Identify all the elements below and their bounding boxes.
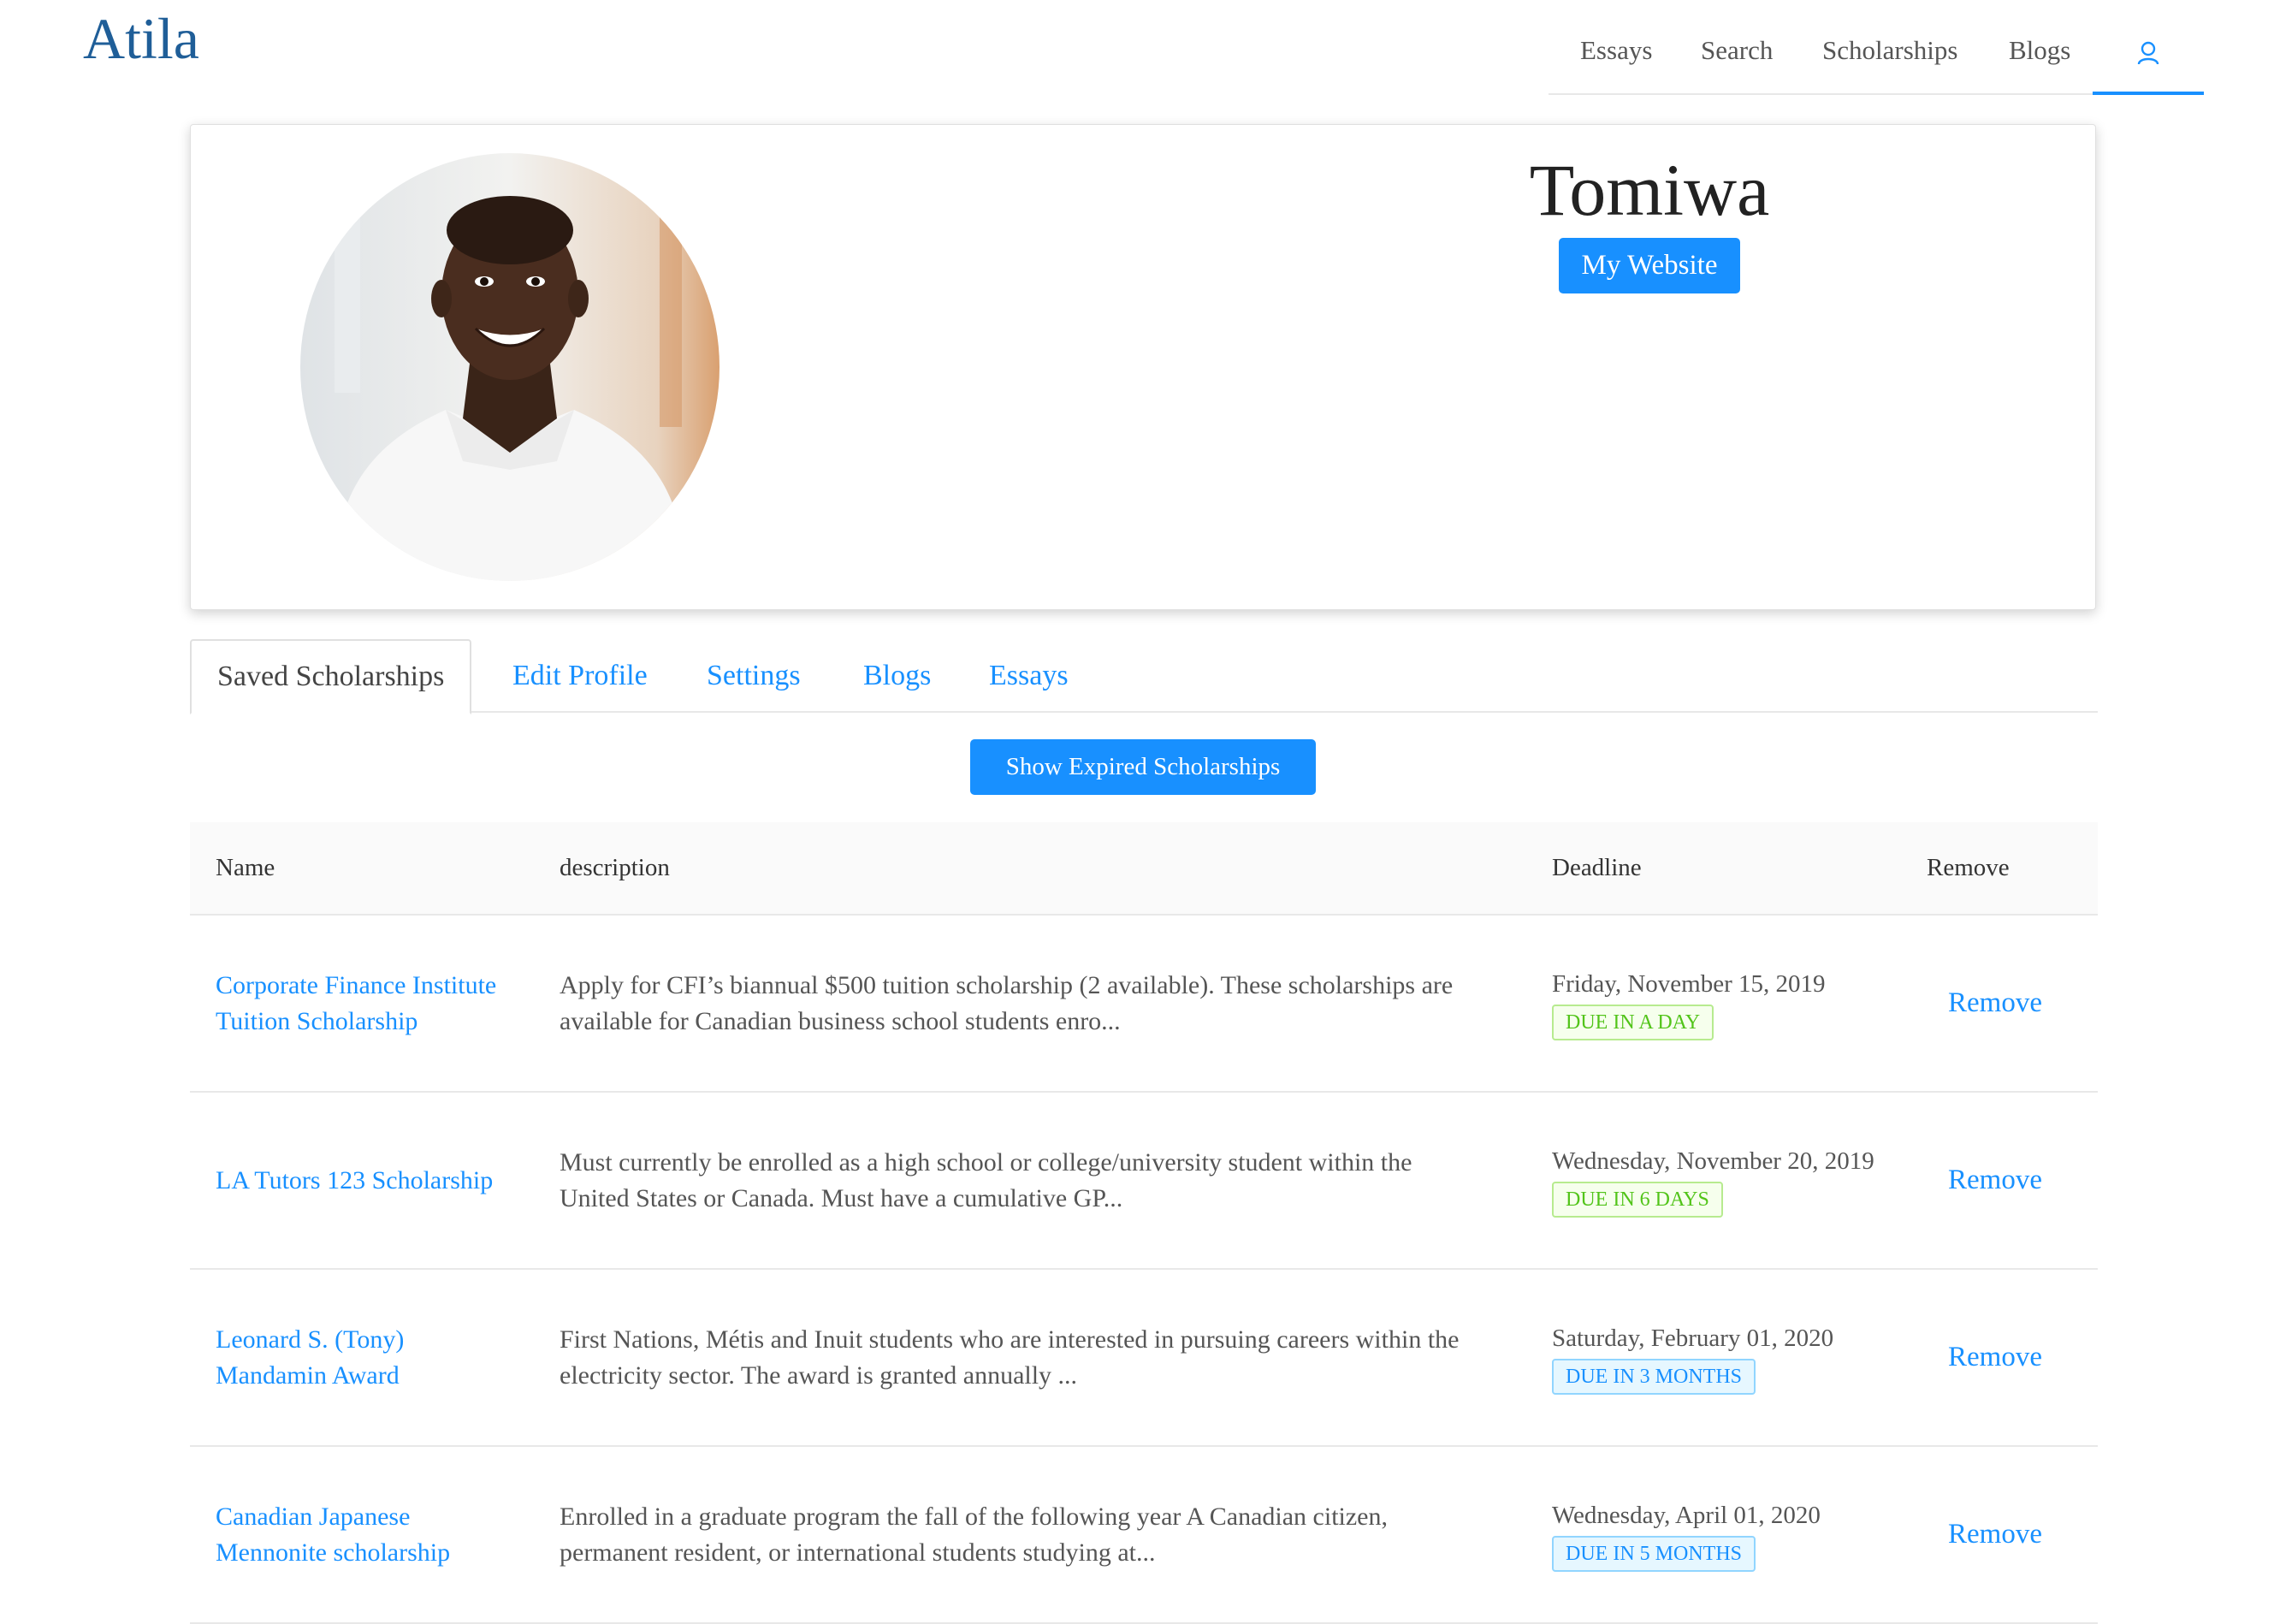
scholarship-description: First Nations, Métis and Inuit students … [560, 1325, 1460, 1390]
tab-edit-profile[interactable]: Edit Profile [512, 639, 648, 713]
site-logo[interactable]: Atila [83, 5, 199, 73]
profile-tabs: Saved Scholarships Edit Profile Settings… [190, 639, 2098, 714]
nav-essays[interactable]: Essays [1580, 35, 1652, 66]
scholarship-description: Must currently be enrolled as a high sch… [560, 1147, 1412, 1212]
deadline-date: Wednesday, November 20, 2019 [1552, 1147, 1874, 1176]
remove-link[interactable]: Remove [1948, 1093, 2042, 1268]
table-row: Canadian Japanese Mennonite scholarship … [190, 1447, 2098, 1624]
profile-name: Tomiwa [1529, 149, 1770, 231]
table-header: Name description Deadline Remove [190, 822, 2098, 916]
my-website-button[interactable]: My Website [1558, 238, 1741, 293]
top-nav: Essays Search Scholarships Blogs [1549, 0, 2204, 95]
deadline-cell: Wednesday, November 20, 2019 DUE IN 6 DA… [1552, 1093, 1877, 1268]
due-badge: DUE IN 5 MONTHS [1552, 1535, 1756, 1572]
nav-blogs[interactable]: Blogs [2009, 35, 2070, 66]
tab-essays[interactable]: Essays [989, 639, 1069, 713]
deadline-date: Friday, November 15, 2019 [1552, 970, 1826, 999]
deadline-cell: Friday, November 15, 2019 DUE IN A DAY [1552, 916, 1877, 1091]
column-header-name: Name [216, 854, 275, 881]
column-header-deadline: Deadline [1552, 854, 1642, 881]
tab-saved-scholarships[interactable]: Saved Scholarships [190, 639, 472, 714]
table-row: Leonard S. (Tony) Mandamin Award First N… [190, 1270, 2098, 1447]
scholarship-link[interactable]: Leonard S. (Tony) Mandamin Award [216, 1270, 506, 1445]
deadline-cell: Saturday, February 01, 2020 DUE IN 3 MONT… [1552, 1270, 1877, 1445]
tab-blogs[interactable]: Blogs [863, 639, 931, 713]
remove-link[interactable]: Remove [1948, 1270, 2042, 1445]
nav-search[interactable]: Search [1701, 35, 1773, 66]
due-badge: DUE IN 3 MONTHS [1552, 1358, 1756, 1395]
nav-scholarships[interactable]: Scholarships [1822, 35, 1957, 66]
user-icon [2137, 41, 2159, 64]
nav-user-menu[interactable] [2093, 0, 2204, 95]
saved-scholarships-table: Name description Deadline Remove Corpora… [190, 822, 2098, 1624]
scholarship-description: Enrolled in a graduate program the fall … [560, 1502, 1388, 1567]
deadline-cell: Wednesday, April 01, 2020 DUE IN 5 MONTHS [1552, 1447, 1877, 1622]
profile-photo [300, 153, 720, 581]
profile-header: Tomiwa My Website [1286, 147, 2013, 293]
due-badge: DUE IN A DAY [1552, 1004, 1714, 1040]
table-row: LA Tutors 123 Scholarship Must currently… [190, 1093, 2098, 1270]
show-expired-scholarships-button[interactable]: Show Expired Scholarships [970, 739, 1316, 795]
scholarship-link[interactable]: Corporate Finance Institute Tuition Scho… [216, 916, 506, 1091]
scholarship-link[interactable]: Canadian Japanese Mennonite scholarship [216, 1447, 506, 1622]
deadline-date: Wednesday, April 01, 2020 [1552, 1502, 1821, 1530]
column-header-remove: Remove [1927, 854, 2010, 881]
profile-card: Tomiwa My Website [190, 124, 2096, 610]
deadline-date: Saturday, February 01, 2020 [1552, 1325, 1834, 1353]
scholarship-description: Apply for CFI’s biannual $500 tuition sc… [560, 970, 1454, 1035]
column-header-description: description [560, 854, 670, 881]
scholarship-link[interactable]: LA Tutors 123 Scholarship [216, 1093, 506, 1268]
tab-settings[interactable]: Settings [707, 639, 801, 713]
remove-link[interactable]: Remove [1948, 916, 2042, 1091]
table-row: Corporate Finance Institute Tuition Scho… [190, 916, 2098, 1093]
due-badge: DUE IN 6 DAYS [1552, 1181, 1723, 1218]
profile-avatar [300, 153, 720, 581]
remove-link[interactable]: Remove [1948, 1447, 2042, 1622]
